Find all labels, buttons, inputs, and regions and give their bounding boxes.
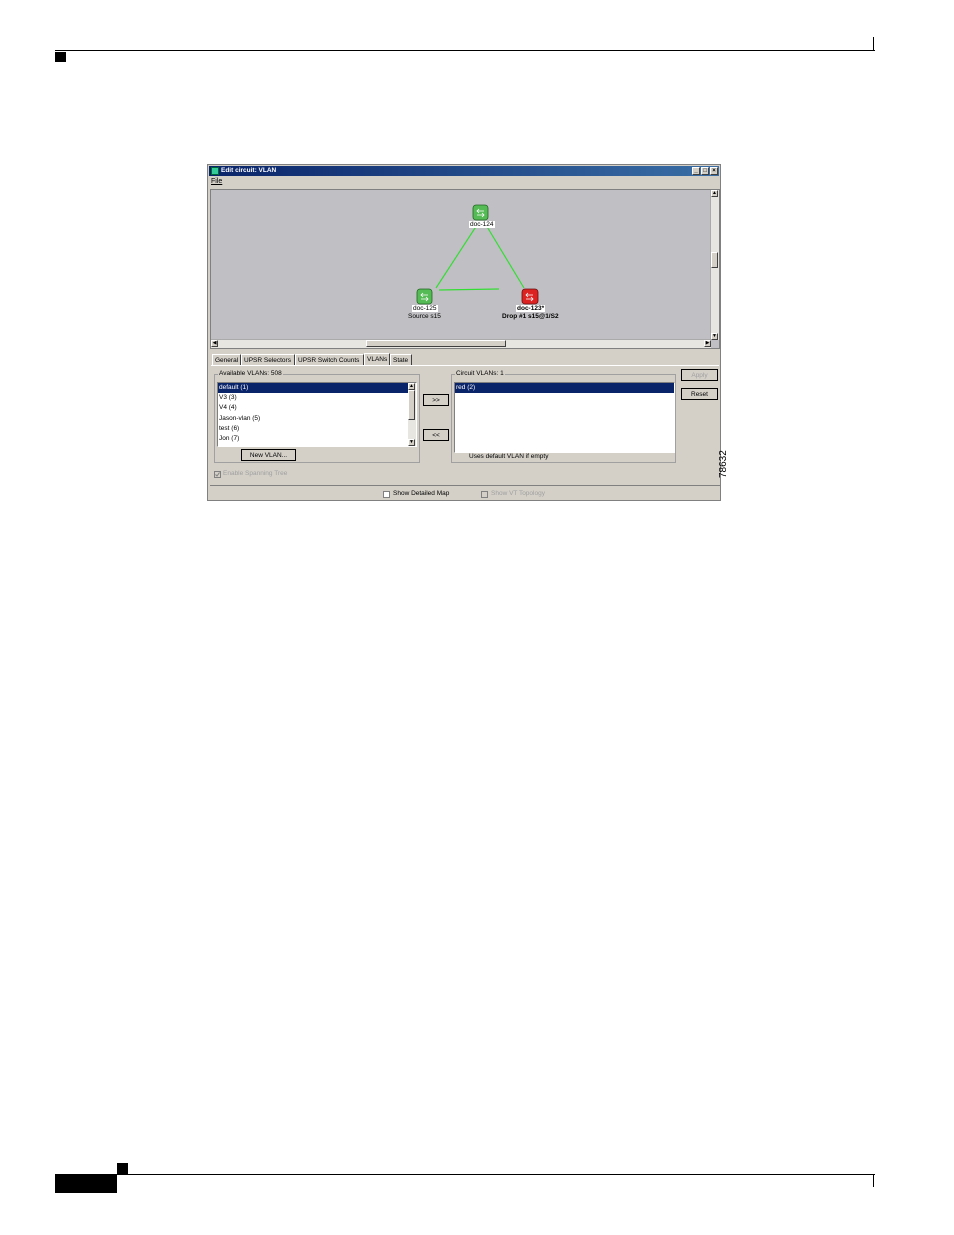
link-124-125 — [435, 224, 478, 289]
figure-number: 78632 — [718, 450, 729, 478]
scroll-up-button[interactable]: ▲ — [408, 383, 415, 390]
show-vt-topology-checkbox[interactable] — [481, 491, 488, 498]
vlans-panel: Available VLANs: 508 default (1) V3 (3) … — [211, 365, 719, 484]
menu-bar: File — [211, 177, 222, 187]
node-icon-doc-123 — [521, 288, 539, 305]
list-item[interactable]: Jon (7) — [218, 434, 416, 444]
list-item[interactable]: V3 (3) — [218, 393, 416, 403]
list-scrollbar[interactable]: ▲ ▼ — [408, 383, 416, 446]
circuit-vlans-group: Circuit VLANs: 1 red (2) Uses default VL… — [451, 370, 676, 463]
close-button[interactable]: × — [710, 167, 718, 175]
link-125-123 — [438, 288, 500, 291]
map-vertical-scrollbar[interactable]: ▲ ▼ — [710, 190, 719, 340]
available-vlans-list[interactable]: default (1) V3 (3) V4 (4) Jason-vlan (5)… — [217, 382, 417, 447]
show-detailed-map-checkbox[interactable] — [383, 491, 390, 498]
title-bar: Edit circuit: VLAN _ □ × — [209, 166, 719, 176]
list-item[interactable]: default (1) — [218, 383, 416, 394]
footer-tick — [873, 1175, 874, 1187]
menu-file[interactable]: File — [211, 178, 222, 185]
node-icon-doc-124 — [472, 204, 489, 221]
footer-marker — [117, 1163, 128, 1174]
network-map[interactable]: doc-124 doc-125 Source s15 doc-123* Drop… — [210, 189, 720, 349]
tab-state[interactable]: State — [390, 354, 412, 365]
show-detailed-map-label: Show Detailed Map — [393, 490, 450, 497]
list-scroll-thumb[interactable] — [408, 390, 415, 420]
apply-button[interactable]: Apply — [681, 369, 718, 381]
available-vlans-group: Available VLANs: 508 default (1) V3 (3) … — [214, 370, 420, 463]
node-label: doc-123* — [516, 305, 546, 312]
node-sublabel: Drop #1 s15@1/S2 — [502, 313, 559, 320]
scroll-left-button[interactable]: ◀ — [211, 340, 218, 347]
remove-vlan-button[interactable]: << — [423, 429, 449, 441]
minimize-button[interactable]: _ — [692, 167, 700, 175]
new-vlan-button[interactable]: New VLAN... — [241, 449, 296, 461]
add-vlan-button[interactable]: >> — [423, 394, 449, 406]
map-horizontal-scrollbar[interactable]: ◀ ▶ — [211, 339, 711, 348]
list-item[interactable]: V4 (4) — [218, 403, 416, 413]
bottom-bar: Show Detailed Map Show VT Topology — [210, 485, 720, 500]
horizontal-scroll-thumb[interactable] — [366, 340, 506, 347]
tab-general[interactable]: General — [212, 354, 241, 365]
list-item[interactable]: red (2) — [455, 383, 674, 394]
circuit-vlans-title: Circuit VLANs: 1 — [455, 370, 505, 378]
map-canvas — [416, 204, 539, 305]
edit-circuit-window: Edit circuit: VLAN _ □ × File doc-124 do… — [207, 164, 721, 501]
scroll-down-button[interactable]: ▼ — [711, 333, 718, 340]
vertical-scroll-thumb[interactable] — [711, 252, 718, 268]
available-vlans-title: Available VLANs: 508 — [218, 370, 283, 378]
reset-button[interactable]: Reset — [681, 388, 718, 400]
show-vt-topology-label: Show VT Topology — [491, 490, 545, 497]
header-rule — [55, 50, 875, 51]
app-icon — [211, 167, 219, 175]
header-marker — [55, 52, 66, 62]
spanning-tree-checkbox[interactable] — [214, 471, 221, 478]
footer-rule — [55, 1174, 875, 1175]
header-tick — [873, 37, 874, 50]
node-sublabel: Source s15 — [408, 313, 441, 320]
footer-page-tab — [55, 1175, 117, 1193]
link-124-123 — [485, 224, 525, 289]
node-label: doc-125 — [412, 305, 438, 312]
spanning-tree-label: Enable Spanning Tree — [223, 470, 288, 477]
list-item[interactable]: Jason-vlan (5) — [218, 414, 416, 424]
node-icon-doc-125 — [416, 288, 433, 305]
circuit-vlans-list[interactable]: red (2) — [454, 382, 675, 453]
scroll-right-button[interactable]: ▶ — [704, 340, 711, 347]
scroll-down-button[interactable]: ▼ — [408, 439, 415, 446]
tab-upsr-switch-counts[interactable]: UPSR Switch Counts — [295, 354, 364, 365]
scroll-up-button[interactable]: ▲ — [711, 190, 718, 197]
window-title: Edit circuit: VLAN — [221, 167, 277, 174]
tab-upsr-selectors[interactable]: UPSR Selectors — [241, 354, 295, 365]
node-label: doc-124 — [469, 221, 495, 228]
circuit-vlans-note: Uses default VLAN if empty — [469, 453, 549, 460]
tab-vlans[interactable]: VLANs — [364, 353, 390, 365]
list-item[interactable]: test (6) — [218, 424, 416, 434]
maximize-button[interactable]: □ — [701, 167, 709, 175]
